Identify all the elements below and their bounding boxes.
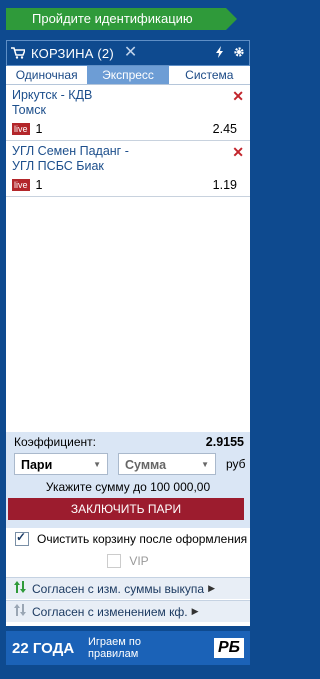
up-down-arrows-icon — [12, 603, 28, 620]
bet-event[interactable]: Иркутск - КДВ Томск — [12, 88, 102, 118]
amount-placeholder: Сумма — [125, 458, 167, 472]
cart-icon — [11, 47, 27, 59]
bet-outcome: 1 — [35, 178, 43, 192]
cart-title: КОРЗИНА (2) — [31, 45, 114, 61]
banner-years: 22 ГОДА — [12, 639, 75, 657]
amount-input[interactable]: Сумма ▼ — [118, 453, 216, 475]
remove-bet-icon[interactable]: ✕ — [232, 89, 244, 103]
bet-type-value: Пари — [21, 458, 53, 472]
agree-odds-option[interactable]: Согласен с изменением кф. ▶ — [6, 600, 250, 622]
bet-type-tabs: Одиночная Экспресс Система — [6, 66, 250, 85]
tab-express[interactable]: Экспресс — [87, 66, 169, 84]
clear-cart-option[interactable]: Очистить корзину после оформления — [6, 528, 250, 550]
lightning-icon[interactable] — [215, 45, 225, 61]
promo-banner[interactable]: 22 ГОДА Играем по правилам РБ — [6, 631, 250, 665]
agree-cashout-option[interactable]: Согласен с изм. суммы выкупа ▶ — [6, 577, 250, 599]
clear-cart-checkbox[interactable] — [15, 530, 29, 546]
vip-option[interactable]: VIP — [6, 550, 250, 572]
live-badge: live — [12, 123, 30, 135]
close-icon[interactable]: ✕ — [124, 45, 137, 61]
remove-bet-icon[interactable]: ✕ — [232, 145, 244, 159]
tab-single[interactable]: Одиночная — [6, 66, 87, 84]
live-badge: live — [12, 179, 30, 191]
chevron-down-icon: ▼ — [93, 460, 101, 469]
brand-logo: РБ — [214, 638, 244, 658]
amount-hint: Укажите сумму до 100 000,00 — [45, 480, 211, 494]
chevron-down-icon: ▼ — [201, 460, 209, 469]
coef-label: Коэффициент: — [14, 435, 96, 449]
bet-item: УГЛ Семен Паданг - УГЛ ПСБС Биак ✕ live … — [6, 141, 250, 197]
place-bet-button[interactable]: ЗАКЛЮЧИТЬ ПАРИ — [8, 498, 244, 520]
vip-label: VIP — [129, 554, 149, 568]
verify-identity-button[interactable]: Пройдите идентификацию — [6, 8, 237, 30]
coef-value: 2.9155 — [205, 435, 244, 449]
clear-cart-label: Очистить корзину после оформления — [37, 532, 248, 546]
bet-odd: 2.45 — [212, 122, 237, 136]
up-down-arrows-icon — [12, 580, 28, 597]
agree-cashout-label: Согласен с изм. суммы выкупа — [32, 581, 205, 596]
agree-odds-label: Согласен с изменением кф. — [32, 604, 188, 619]
chevron-right-icon: ▶ — [191, 606, 199, 616]
banner-slogan: Играем по правилам — [88, 636, 141, 660]
bet-odd: 1.19 — [212, 178, 237, 192]
gear-icon[interactable] — [233, 46, 245, 61]
chevron-right-icon: ▶ — [208, 583, 216, 593]
total-coefficient: Коэффициент: 2.9155 — [6, 432, 250, 449]
bet-event[interactable]: УГЛ Семен Паданг - УГЛ ПСБС Биак — [12, 144, 152, 174]
bet-item: Иркутск - КДВ Томск ✕ live 1 2.45 — [6, 85, 250, 141]
bet-type-select[interactable]: Пари ▼ — [14, 453, 108, 475]
tab-system[interactable]: Система — [169, 66, 250, 84]
vip-checkbox[interactable] — [107, 554, 122, 568]
bet-outcome: 1 — [35, 122, 43, 136]
cart-header: КОРЗИНА (2) ✕ — [6, 40, 250, 66]
currency-label: руб — [226, 457, 246, 471]
